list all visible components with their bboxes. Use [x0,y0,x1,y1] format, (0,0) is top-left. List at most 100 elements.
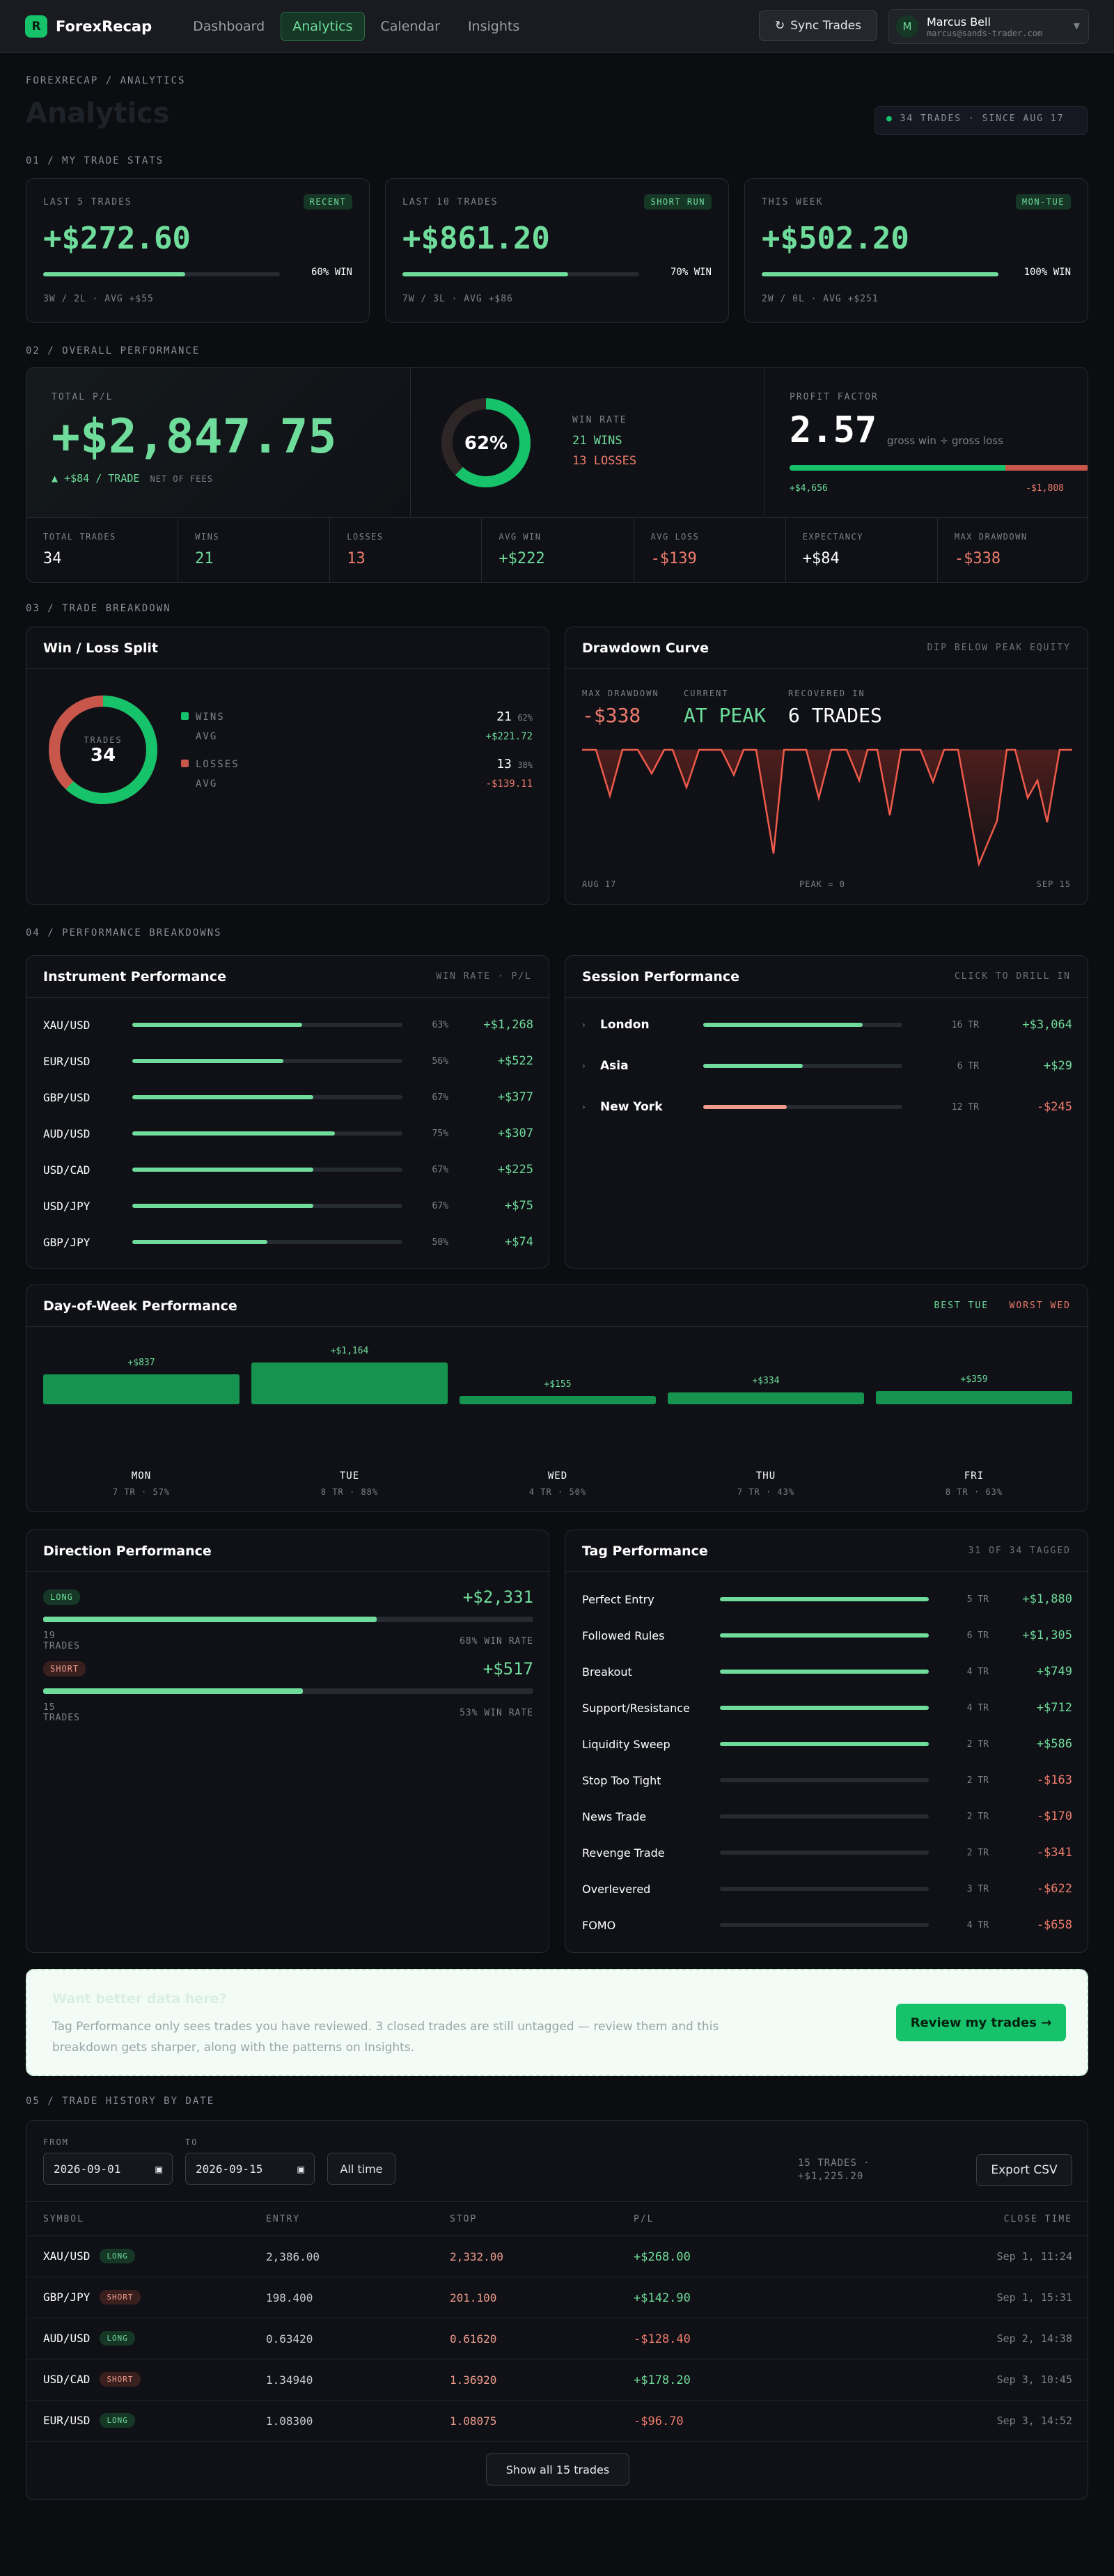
section-label-trade-stats: 01 / MY TRADE STATS [26,155,164,166]
session-row[interactable]: › New York 12 TR -$245 [582,1097,1072,1117]
user-menu[interactable]: M Marcus Bell marcus@sands-trader.com ▼ [888,9,1089,44]
short-value: +$517 [483,1659,533,1679]
top-bar: R ForexRecap Dashboard Analytics Calendar I… [0,0,1114,53]
row-stop: 1.08075 [450,2414,497,2428]
stat-cell-label: MAX DRAWDOWN [954,532,1028,542]
stat-card-bar [402,272,639,276]
stat-card-bar [43,272,280,276]
instrument-win-rate: 75% [432,1128,448,1139]
nav-analytics[interactable]: Analytics [281,11,365,41]
section-label-history: 05 / TRADE HISTORY BY DATE [26,2096,215,2107]
sync-trades-button[interactable]: ↻ Sync Trades [759,10,877,41]
instrument-row[interactable]: USD/JPY 67% +$75 [43,1195,533,1216]
recovered-label: RECOVERED IN [788,689,865,698]
nav-calendar[interactable]: Calendar [369,12,452,41]
tag-bar [720,1597,929,1601]
instrument-bar [132,1240,402,1244]
instrument-row[interactable]: USD/CAD 67% +$225 [43,1159,533,1180]
brand-name[interactable]: ForexRecap [56,18,152,35]
instrument-symbol: GBP/USD [43,1090,91,1104]
win-rate-donut: 62% [441,398,531,487]
instrument-pl: +$74 [505,1235,533,1249]
instrument-win-rate: 63% [432,1019,448,1030]
sync-label: Sync Trades [790,19,862,33]
wins-swatch [181,712,189,720]
instrument-bar [132,1131,402,1136]
table-row[interactable]: XAU/USD LONG 2,386.00 2,332.00 +$268.00 Sep 1… [26,2236,1088,2277]
calendar-icon: ▣ [297,2162,304,2176]
session-hint: CLICK TO DRILL IN [954,971,1071,982]
logo-icon[interactable]: R [25,15,47,38]
col-pl: P/L [634,2214,654,2224]
stat-cell: AVG WIN +$222 [482,518,634,582]
export-csv-button[interactable]: Export CSV [976,2154,1072,2186]
review-trades-button[interactable]: Review my trades → [896,2004,1066,2041]
instrument-row[interactable]: GBP/USD 67% +$377 [43,1087,533,1108]
dow-title: Day-of-Week Performance [43,1298,237,1314]
dow-bar [460,1396,656,1404]
win-loss-title: Win / Loss Split [43,640,158,656]
to-date-input[interactable]: 2026-09-15 ▣ [185,2153,315,2185]
instrument-bar [132,1168,402,1172]
instrument-row[interactable]: XAU/USD 63% +$1,268 [43,1014,533,1035]
tag-pl: -$622 [1036,1882,1072,1896]
table-row[interactable]: USD/CAD SHORT 1.34940 1.36920 +$178.20 Sep 3,… [26,2359,1088,2401]
session-bar-fill [703,1023,863,1027]
col-close-time: CLOSE TIME [1003,2214,1072,2224]
instrument-row[interactable]: AUD/USD 75% +$307 [43,1123,533,1144]
stat-card: THIS WEEK MON-TUE +$502.20 100% WIN 2W / 0L … [744,178,1088,323]
table-row[interactable]: GBP/JPY SHORT 198.400 201.100 +$142.90 Sep 1,… [26,2277,1088,2318]
tag-bar [720,1706,929,1710]
row-close-time: Sep 3, 10:45 [996,2373,1072,2386]
stat-cell-label: WINS [195,532,220,542]
session-row[interactable]: › Asia 6 TR +$29 [582,1055,1072,1076]
losses-count: 13 LOSSES [572,454,637,468]
stat-card-win: 100% WIN [1023,267,1071,278]
show-all-trades-button[interactable]: Show all 15 trades [486,2453,629,2485]
all-time-button[interactable]: All time [327,2153,395,2185]
tag-name: Support/Resistance [582,1701,690,1715]
current-value: AT PEAK [684,704,767,727]
to-date: 2026-09-15 [196,2162,263,2176]
instrument-bar-fill [132,1131,335,1136]
stat-card-bar-fill [43,272,185,276]
nav-insights[interactable]: Insights [456,12,531,41]
tag-name: Followed Rules [582,1628,665,1642]
stat-cell-value: 13 [347,550,366,567]
dow-bar [251,1362,448,1404]
instrument-pl: +$377 [497,1090,533,1104]
instrument-row[interactable]: EUR/USD 56% +$522 [43,1051,533,1071]
stat-cell-value: 21 [195,550,214,567]
avatar: M [896,15,918,38]
stat-card-win: 60% WIN [311,267,352,278]
session-row[interactable]: › London 16 TR +$3,064 [582,1014,1072,1035]
session-name: New York [600,1100,663,1114]
chevron-right-icon: › [582,1102,586,1112]
from-date-input[interactable]: 2026-09-01 ▣ [43,2153,173,2185]
tag-name: News Trade [582,1809,647,1823]
direction-long: LONG +$2,331 19 TRADES 68% WIN RATE [43,1587,533,1651]
col-entry: ENTRY [266,2214,301,2224]
stat-card-foot: 7W / 3L · AVG +$86 [402,294,513,304]
instrument-row[interactable]: GBP/JPY 50% +$74 [43,1232,533,1252]
row-symbol-cell: EUR/USD LONG [43,2413,135,2428]
table-row[interactable]: AUD/USD LONG 0.63420 0.61620 -$128.40 Sep 2, … [26,2318,1088,2359]
stat-cell: WINS 21 [178,518,331,582]
long-tag: LONG [43,1589,80,1605]
stat-cell-value: -$139 [650,550,697,567]
nav-dashboard[interactable]: Dashboard [181,12,276,41]
chevron-right-icon: › [582,1020,586,1030]
instrument-bar-fill [132,1023,303,1027]
stat-cell-label: TOTAL TRADES [43,532,116,542]
session-bar [703,1105,902,1109]
tag-bar-fill [720,1706,929,1710]
stat-cell-value: 34 [43,550,62,567]
tag-pl: -$170 [1036,1809,1072,1823]
avg-win-label: AVG [196,731,218,742]
stat-cell: EXPECTANCY +$84 [786,518,938,582]
dow-day: MON [131,1470,152,1482]
donut-center-value: 34 [91,745,116,766]
stat-card-foot: 2W / 0L · AVG +$251 [762,294,879,304]
table-row[interactable]: EUR/USD LONG 1.08300 1.08075 -$96.70 Sep 3, 1… [26,2401,1088,2442]
win-rate-label: WIN RATE [572,415,627,425]
